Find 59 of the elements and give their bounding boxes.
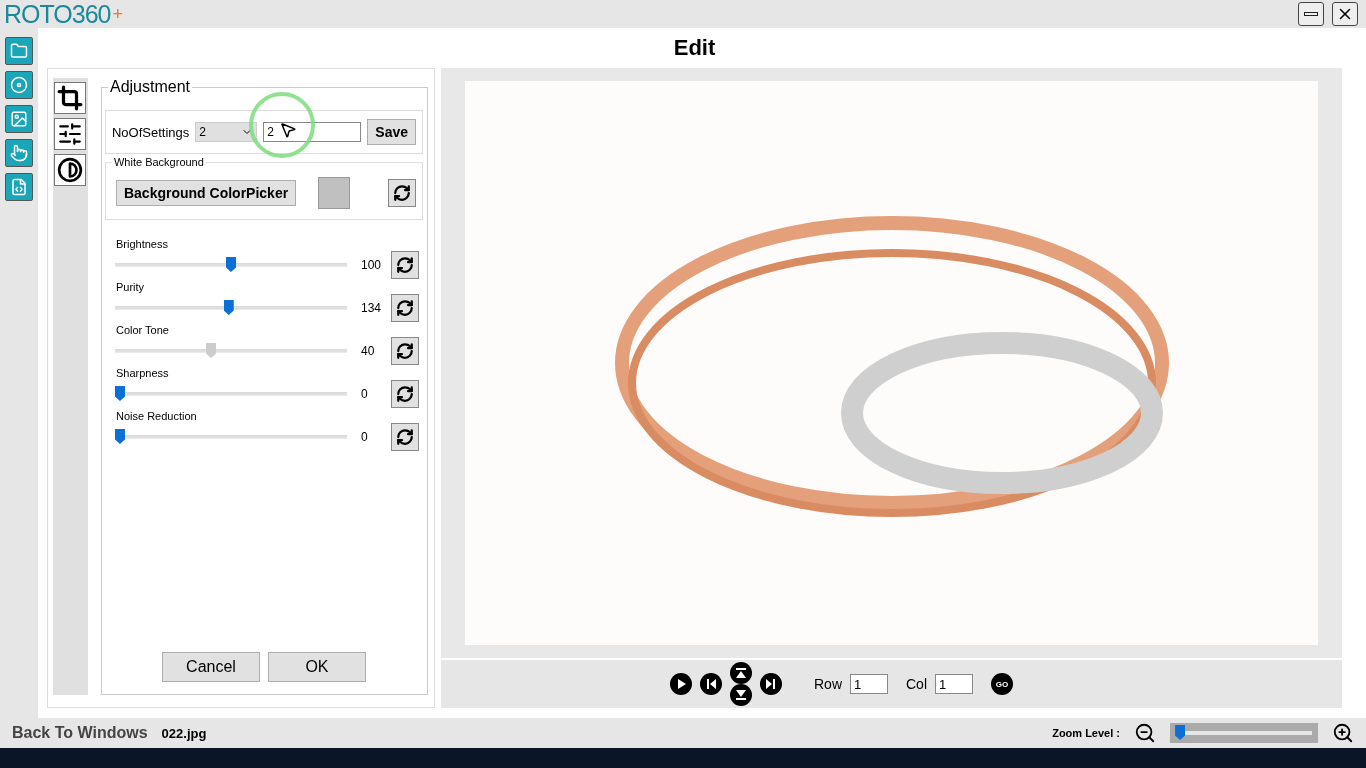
slider-value: 40	[360, 344, 376, 358]
input-field[interactable]: 1	[935, 674, 973, 694]
zoom-out-icon[interactable]	[1134, 722, 1156, 744]
dialog-button[interactable]: Cancel	[162, 652, 260, 682]
play-icon[interactable]	[670, 673, 692, 695]
field-label: NoOfSettings	[111, 124, 190, 140]
save-button[interactable]: Save	[367, 119, 416, 145]
skip-back-icon[interactable]	[700, 673, 722, 695]
refresh-icon[interactable]	[390, 251, 419, 279]
contrast-icon[interactable]	[54, 154, 87, 186]
group-title: White Background	[111, 156, 206, 168]
refresh-icon[interactable]	[388, 179, 416, 207]
slider-label: Purity	[115, 281, 146, 293]
slider-label: Sharpness	[115, 367, 170, 379]
slider-value: 134	[360, 301, 382, 315]
skip-forward-icon[interactable]	[760, 673, 782, 695]
file-name: 022.jpg	[161, 725, 207, 741]
page-title: Edit	[672, 34, 717, 62]
zoom-label: Zoom Level :	[1052, 727, 1120, 739]
minimize-icon	[1304, 12, 1318, 16]
folder-icon[interactable]	[5, 37, 33, 65]
refresh-icon[interactable]	[390, 423, 419, 451]
dialog-button[interactable]: OK	[268, 652, 366, 682]
field-label: Col	[906, 676, 927, 692]
slider-value: 0	[360, 387, 369, 401]
color-picker-button[interactable]: Background ColorPicker	[115, 180, 297, 206]
minimize-button[interactable]	[1298, 2, 1324, 26]
group-title: Adjustment	[107, 78, 192, 96]
color-swatch[interactable]	[318, 177, 351, 209]
refresh-icon[interactable]	[390, 337, 419, 365]
code-file-icon[interactable]	[5, 173, 33, 201]
go-button[interactable]: GO	[991, 673, 1013, 695]
skip-up-icon[interactable]	[730, 662, 752, 684]
slider-label: Brightness	[115, 238, 169, 250]
slider-thumb[interactable]	[223, 300, 234, 315]
refresh-icon[interactable]	[390, 294, 419, 322]
slider-value: 0	[360, 430, 369, 444]
slider-thumb[interactable]	[225, 257, 236, 272]
input-field[interactable]: 1	[850, 674, 888, 694]
settings-dropdown[interactable]: 2	[195, 122, 258, 142]
skip-down-icon[interactable]	[730, 684, 752, 706]
image-icon[interactable]	[5, 105, 33, 133]
mouse-pointer-icon	[279, 121, 297, 139]
slider-label: Noise Reduction	[115, 410, 198, 422]
zoom-in-icon[interactable]	[1332, 722, 1354, 744]
slider-thumb[interactable]	[114, 386, 125, 401]
pointer-icon[interactable]	[5, 139, 33, 167]
slider-thumb[interactable]	[114, 429, 125, 444]
slider-label: Color Tone	[115, 324, 170, 336]
crop-icon[interactable]	[54, 82, 87, 114]
close-button[interactable]	[1332, 2, 1358, 26]
back-link[interactable]: Back To Windows	[12, 724, 148, 742]
sliders-icon[interactable]	[54, 118, 87, 150]
field-label: Row	[814, 676, 842, 692]
input-field[interactable]: 2	[263, 122, 362, 142]
zoom-slider[interactable]	[1170, 723, 1318, 743]
slider-thumb[interactable]	[1175, 725, 1186, 740]
slider-value: 100	[360, 258, 382, 272]
refresh-icon[interactable]	[390, 380, 419, 408]
